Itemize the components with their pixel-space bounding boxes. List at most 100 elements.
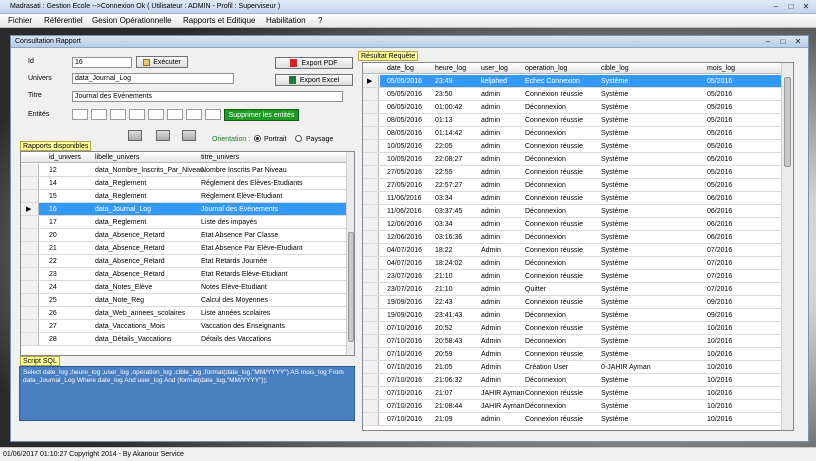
- bar-chart-icon[interactable]: [128, 130, 142, 141]
- rapports-row[interactable]: 24 data_Notes_Elève Notes Elève-Etudiant: [21, 281, 348, 294]
- rapports-row[interactable]: 15 data_Reglement Réglement Elève-Etudiant: [21, 190, 348, 203]
- row-header[interactable]: [363, 101, 379, 113]
- scroll-thumb[interactable]: [784, 77, 791, 167]
- rapports-row[interactable]: 20 data_Absence_Retard Etat Absence Par Cl…: [21, 229, 348, 242]
- results-row[interactable]: 10/05/2016 22:08:27 admin Déconnexion Systèm…: [363, 153, 783, 166]
- sql-script-text[interactable]: Select date_log ,heure_log ,user_log ,op…: [19, 366, 355, 421]
- entity-slot[interactable]: [110, 109, 126, 120]
- row-header[interactable]: [21, 268, 39, 280]
- row-header[interactable]: ▶: [363, 75, 379, 87]
- maximize-icon[interactable]: □: [785, 1, 797, 11]
- row-header[interactable]: [21, 216, 39, 228]
- rapports-row[interactable]: 23 data_Absence_Retard Etat Retards Elève-…: [21, 268, 348, 281]
- results-row[interactable]: 07/10/2016 21:05 Admin Création User 0-JAHIR…: [363, 361, 783, 374]
- row-header[interactable]: [363, 244, 379, 256]
- row-header[interactable]: [363, 153, 379, 165]
- row-header[interactable]: [363, 218, 379, 230]
- results-row[interactable]: 05/05/2016 23:50 admin Connexion réussie Sys…: [363, 88, 783, 101]
- rapports-col-titre[interactable]: titre_univers: [201, 154, 239, 161]
- results-row[interactable]: 12/06/2016 03:16:36 admin Déconnexion Systèm…: [363, 231, 783, 244]
- row-header[interactable]: [363, 192, 379, 204]
- row-header[interactable]: [363, 283, 379, 295]
- rapports-col-id[interactable]: id_univers: [49, 154, 81, 161]
- row-header[interactable]: [363, 270, 379, 282]
- univers-input[interactable]: data_Journal_Log: [72, 73, 234, 84]
- window-close-icon[interactable]: ✕: [792, 36, 804, 46]
- results-row[interactable]: 19/09/2016 23:41:43 admin Déconnexion Systèm…: [363, 309, 783, 322]
- row-header[interactable]: ▶: [21, 203, 39, 215]
- results-row[interactable]: 10/05/2016 22:05 admin Connexion réussie Sys…: [363, 140, 783, 153]
- row-header[interactable]: [363, 322, 379, 334]
- rapports-row[interactable]: 22 data_Absence_Retard Etat Retards Journé…: [21, 255, 348, 268]
- rapports-row[interactable]: 28 data_Détails_Vaccations Détails des Vac…: [21, 333, 348, 346]
- results-row[interactable]: 27/05/2016 22:57:27 admin Déconnexion Systèm…: [363, 179, 783, 192]
- rapports-row[interactable]: 17 data_Reglement Liste des impayés: [21, 216, 348, 229]
- scroll-thumb[interactable]: [348, 232, 354, 342]
- menu-gestion-operationnelle[interactable]: Gesion Opérationnelle: [92, 16, 172, 25]
- paysage-radio-icon[interactable]: [295, 135, 302, 142]
- results-row[interactable]: 23/07/2016 21:10 admin Quitter Système 07/201…: [363, 283, 783, 296]
- row-header[interactable]: [363, 374, 379, 386]
- results-col-cible[interactable]: cible_log: [601, 65, 629, 72]
- window-minimize-icon[interactable]: –: [762, 36, 774, 46]
- results-col-heure[interactable]: heure_log: [435, 65, 466, 72]
- row-header[interactable]: [21, 320, 39, 332]
- menu-help[interactable]: ?: [318, 16, 322, 25]
- entity-slot[interactable]: [186, 109, 202, 120]
- results-row[interactable]: 07/10/2016 21:09 admin Connexion réussie Sys…: [363, 413, 783, 426]
- row-header[interactable]: [21, 242, 39, 254]
- row-header[interactable]: [363, 361, 379, 373]
- results-row[interactable]: 08/05/2016 01:13 admin Connexion réussie Sys…: [363, 114, 783, 127]
- row-header[interactable]: [21, 190, 39, 202]
- entity-slot[interactable]: [205, 109, 221, 120]
- results-row[interactable]: 04/07/2016 18:24:02 admin Déconnexion Systèm…: [363, 257, 783, 270]
- row-header[interactable]: [363, 127, 379, 139]
- portrait-radio-icon[interactable]: [254, 135, 261, 142]
- entity-slot[interactable]: [91, 109, 107, 120]
- line-chart-icon[interactable]: [156, 130, 170, 141]
- results-col-mois[interactable]: mois_log: [707, 65, 735, 72]
- results-row[interactable]: 07/10/2016 21:08:44 JAHIR Ayman Déconnexion…: [363, 400, 783, 413]
- menu-referentiel[interactable]: Référentiel: [44, 16, 83, 25]
- results-row[interactable]: 07/10/2016 20:52 Admin Connexion réussie Sys…: [363, 322, 783, 335]
- menu-habilitation[interactable]: Habilitation: [266, 16, 306, 25]
- results-scrollbar[interactable]: [781, 63, 793, 430]
- row-header[interactable]: [363, 231, 379, 243]
- row-header[interactable]: [363, 335, 379, 347]
- results-row[interactable]: 07/10/2016 20:58:43 Admin Déconnexion Systèm…: [363, 335, 783, 348]
- row-header[interactable]: [21, 229, 39, 241]
- results-row[interactable]: 07/10/2016 21:06:32 Admin Déconnexion Systèm…: [363, 374, 783, 387]
- export-excel-button[interactable]: Export Excel: [275, 74, 353, 86]
- results-row[interactable]: 07/10/2016 21:07 JAHIR Ayman Connexion réus…: [363, 387, 783, 400]
- row-header[interactable]: [21, 255, 39, 267]
- export-pdf-button[interactable]: Export PDF: [275, 57, 353, 69]
- results-row[interactable]: 11/06/2016 03:37:45 admin Déconnexion Systèm…: [363, 205, 783, 218]
- row-header[interactable]: [21, 307, 39, 319]
- row-header[interactable]: [363, 88, 379, 100]
- results-row[interactable]: 23/07/2016 21:10 admin Connexion réussie Sys…: [363, 270, 783, 283]
- rapports-row[interactable]: 27 data_Vaccations_Mois Vaccation des Ense…: [21, 320, 348, 333]
- results-col-date[interactable]: date_log: [387, 65, 414, 72]
- row-header[interactable]: [363, 348, 379, 360]
- results-row[interactable]: ▶ 05/05/2016 23:49 keljahed Echec Connexion S…: [363, 75, 783, 88]
- rapports-row[interactable]: 25 data_Note_Reg Calcul des Moyennes: [21, 294, 348, 307]
- entity-slot[interactable]: [129, 109, 145, 120]
- row-header[interactable]: [21, 177, 39, 189]
- row-header[interactable]: [363, 387, 379, 399]
- rapports-scrollbar[interactable]: [346, 152, 354, 355]
- row-header[interactable]: [363, 205, 379, 217]
- menu-rapports-editique[interactable]: Rapports et Editique: [183, 16, 256, 25]
- titre-input[interactable]: Journal des Evénements: [72, 91, 343, 102]
- minimize-icon[interactable]: –: [770, 1, 782, 11]
- entity-slot[interactable]: [167, 109, 183, 120]
- results-row[interactable]: 07/10/2016 20:59 Admin Connexion réussie Sys…: [363, 348, 783, 361]
- window-maximize-icon[interactable]: □: [777, 36, 789, 46]
- rapports-row[interactable]: 26 data_Web_annees_scolaires Liste années …: [21, 307, 348, 320]
- results-col-operation[interactable]: operation_log: [525, 65, 567, 72]
- row-header[interactable]: [363, 309, 379, 321]
- row-header[interactable]: [363, 166, 379, 178]
- table-icon[interactable]: [182, 130, 196, 141]
- results-row[interactable]: 08/05/2016 01:14:42 admin Déconnexion Systèm…: [363, 127, 783, 140]
- row-header[interactable]: [363, 257, 379, 269]
- row-header[interactable]: [363, 140, 379, 152]
